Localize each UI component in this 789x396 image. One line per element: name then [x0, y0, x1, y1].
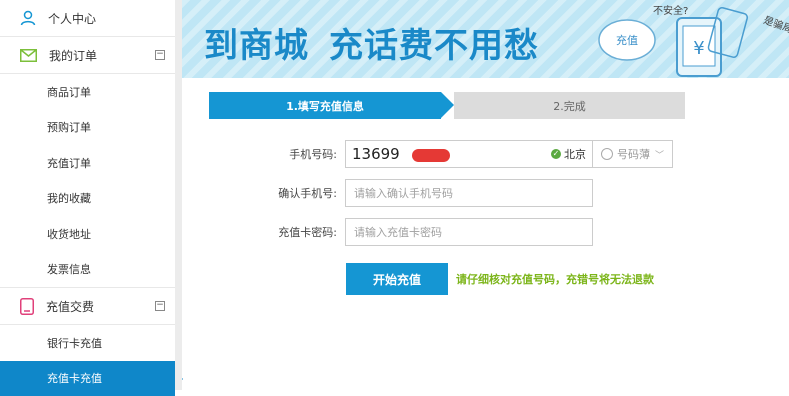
warning-hint: 请仔细核对充值号码，充错号将无法退款	[456, 271, 654, 287]
sidebar-item-recharge-orders[interactable]: 充值订单	[0, 145, 175, 181]
sidebar-item-invoice[interactable]: 发票信息	[0, 252, 175, 288]
mail-icon	[20, 49, 37, 62]
step-1-arrow	[441, 92, 454, 118]
sidebar-item-favorites[interactable]: 我的收藏	[0, 181, 175, 217]
password-label: 充值卡密码:	[209, 224, 345, 240]
phonebook-dropdown[interactable]: 号码薄 ﹀	[593, 140, 673, 168]
banner-note-unsafe: 不安全?	[653, 4, 688, 17]
sidebar-item-preorders[interactable]: 预购订单	[0, 110, 175, 146]
sidebar-divider	[175, 0, 182, 390]
chevron-down-icon: ﹀	[655, 148, 664, 161]
banner-badge: 充值	[616, 33, 638, 47]
recharge-submenu: 银行卡充值 充值卡充值	[0, 325, 175, 396]
sidebar-section-orders[interactable]: 我的订单 −	[0, 37, 175, 74]
banner-title: 到商城充话费不用愁	[204, 18, 559, 67]
phone-icon	[20, 298, 34, 315]
step-2: 2.完成	[454, 92, 685, 119]
phone-city: 北京	[564, 146, 586, 162]
banner-illustration: 充值 ¥ 不安全? 是骗局?	[589, 0, 789, 78]
redaction-mark	[412, 149, 450, 162]
start-recharge-button[interactable]: 开始充值	[346, 263, 448, 295]
sidebar-item-card-recharge[interactable]: 充值卡充值	[0, 361, 175, 396]
collapse-icon[interactable]: −	[155, 50, 165, 60]
sidebar-item-product-orders[interactable]: 商品订单	[0, 74, 175, 110]
phonebook-label: 号码薄	[617, 146, 650, 162]
password-row: 充值卡密码:	[209, 217, 689, 247]
banner-title-right: 充话费不用愁	[329, 26, 539, 66]
phone-input[interactable]: 13699 ✓ 北京	[345, 140, 593, 168]
banner-title-left: 到商城	[204, 26, 309, 66]
user-center-label: 个人中心	[48, 10, 96, 27]
sidebar-user-center[interactable]: 个人中心	[0, 0, 175, 37]
recharge-label: 充值交费	[46, 298, 94, 315]
progress-steps: 1.填写充值信息 2.完成	[209, 92, 685, 119]
confirm-label: 确认手机号:	[209, 185, 345, 201]
currency-symbol: ¥	[693, 38, 704, 59]
sidebar: 个人中心 我的订单 − 商品订单 预购订单 充值订单 我的收藏 收货地址 发票信…	[0, 0, 176, 390]
banner-note-scam: 是骗局?	[762, 13, 789, 37]
sidebar-section-recharge[interactable]: 充值交费 −	[0, 288, 175, 325]
card-password-input[interactable]	[345, 218, 593, 246]
check-icon: ✓	[551, 149, 561, 159]
clock-icon	[601, 148, 613, 160]
phone-row: 手机号码: 13699 ✓ 北京 号码薄 ﹀	[209, 139, 689, 169]
user-icon	[20, 10, 36, 26]
confirm-row: 确认手机号:	[209, 178, 689, 208]
phone-label: 手机号码:	[209, 146, 345, 162]
step-1: 1.填写充值信息	[209, 92, 441, 119]
sidebar-item-address[interactable]: 收货地址	[0, 216, 175, 252]
orders-label: 我的订单	[49, 47, 97, 64]
orders-submenu: 商品订单 预购订单 充值订单 我的收藏 收货地址 发票信息	[0, 74, 175, 288]
confirm-phone-input[interactable]	[345, 179, 593, 207]
collapse-icon[interactable]: −	[155, 301, 165, 311]
promo-banner: 到商城充话费不用愁 充值 ¥ 不安全? 是骗局?	[182, 0, 789, 78]
phone-value: 13699	[352, 145, 400, 163]
sidebar-item-bankcard-recharge[interactable]: 银行卡充值	[0, 325, 175, 361]
